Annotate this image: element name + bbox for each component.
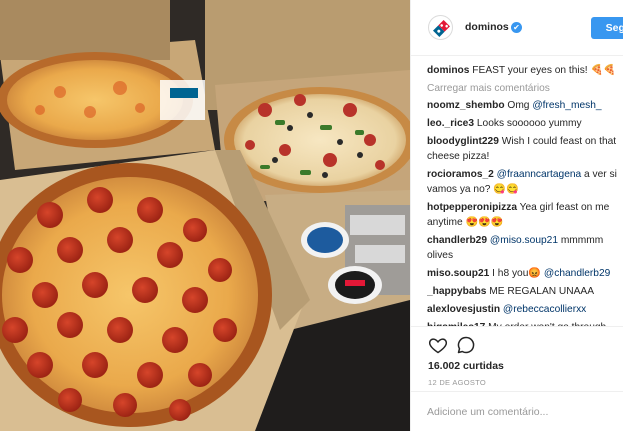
instagram-post-window: dominos ✔ Segu dominos FEAST your eyes o… — [0, 0, 623, 431]
comment-mention-link[interactable]: @chandlerb29 — [544, 268, 610, 279]
comment-item: chandlerb29 @miso.soup21 mmmmm olives — [427, 233, 622, 263]
post-username[interactable]: dominos — [465, 21, 509, 33]
comment-item: miso.soup21 I h8 you😡 @chandlerb29 — [427, 266, 622, 281]
add-comment-input[interactable] — [427, 404, 617, 420]
comment-item: bloodyglint229 Wish I could feast on tha… — [427, 134, 622, 164]
comment-username[interactable]: noomz_shembo — [427, 100, 505, 111]
comment-text: I h8 you😡 — [492, 268, 544, 279]
post-caption: dominos FEAST your eyes on this! 🍕🍕 — [427, 63, 622, 78]
comment-item: hotpepperonipizza Yea girl feast on me a… — [427, 200, 622, 230]
comment-mention-link[interactable]: @fraanncartagena — [497, 169, 582, 180]
comment-username[interactable]: miso.soup21 — [427, 268, 489, 279]
comment-mention-link[interactable]: @miso.soup21 — [490, 235, 558, 246]
caption-username[interactable]: dominos — [427, 65, 469, 76]
post-actions: 16.002 curtidas 12 DE AGOSTO — [411, 326, 623, 391]
dominos-logo-icon[interactable] — [428, 15, 453, 40]
comment-item: alexlovesjustin @rebeccacollierxx — [427, 302, 622, 317]
follow-button[interactable]: Segu — [591, 17, 623, 39]
post-photo[interactable] — [0, 0, 410, 431]
load-more-comments-link[interactable]: Carregar mais comentários — [427, 81, 622, 96]
pizza-photo-illustration — [0, 0, 410, 431]
comment-rows: noomz_shembo Omg @fresh_mesh_ leo._rice3 … — [427, 98, 622, 326]
post-date[interactable]: 12 DE AGOSTO — [428, 378, 486, 387]
comment-text: Omg — [507, 100, 533, 111]
comment-mention-link[interactable]: @rebeccacollierxx — [503, 304, 586, 315]
caption-text: FEAST your eyes on this! 🍕🍕 — [472, 65, 616, 76]
comment-text: ME REGALAN UNAAA — [489, 286, 595, 297]
post-header: dominos ✔ Segu — [411, 0, 623, 56]
comment-username[interactable]: leo._rice3 — [427, 118, 474, 129]
comment-username[interactable]: bloodyglint229 — [427, 136, 499, 147]
verified-badge-icon: ✔ — [511, 22, 522, 33]
heart-icon[interactable] — [428, 335, 448, 355]
comment-item: _happybabs ME REGALAN UNAAA — [427, 284, 622, 299]
comment-username[interactable]: chandlerb29 — [427, 235, 487, 246]
comment-username[interactable]: _happybabs — [427, 286, 486, 297]
likes-count[interactable]: 16.002 curtidas — [428, 360, 504, 372]
comment-username[interactable]: hotpepperonipizza — [427, 202, 517, 213]
comment-bubble-icon[interactable] — [456, 335, 476, 355]
post-sidebar: dominos ✔ Segu dominos FEAST your eyes o… — [410, 0, 623, 431]
comment-username[interactable]: rocioramos_2 — [427, 169, 494, 180]
comment-text: Looks soooooo yummy — [476, 118, 582, 129]
comment-item: leo._rice3 Looks soooooo yummy — [427, 116, 622, 131]
comment-username[interactable]: alexlovesjustin — [427, 304, 500, 315]
comment-item: noomz_shembo Omg @fresh_mesh_ — [427, 98, 622, 113]
comment-item: rocioramos_2 @fraanncartagena a ver si v… — [427, 167, 622, 197]
comments-list[interactable]: dominos FEAST your eyes on this! 🍕🍕 Carr… — [427, 63, 622, 326]
comment-mention-link[interactable]: @fresh_mesh_ — [532, 100, 601, 111]
add-comment-bar — [411, 391, 623, 431]
